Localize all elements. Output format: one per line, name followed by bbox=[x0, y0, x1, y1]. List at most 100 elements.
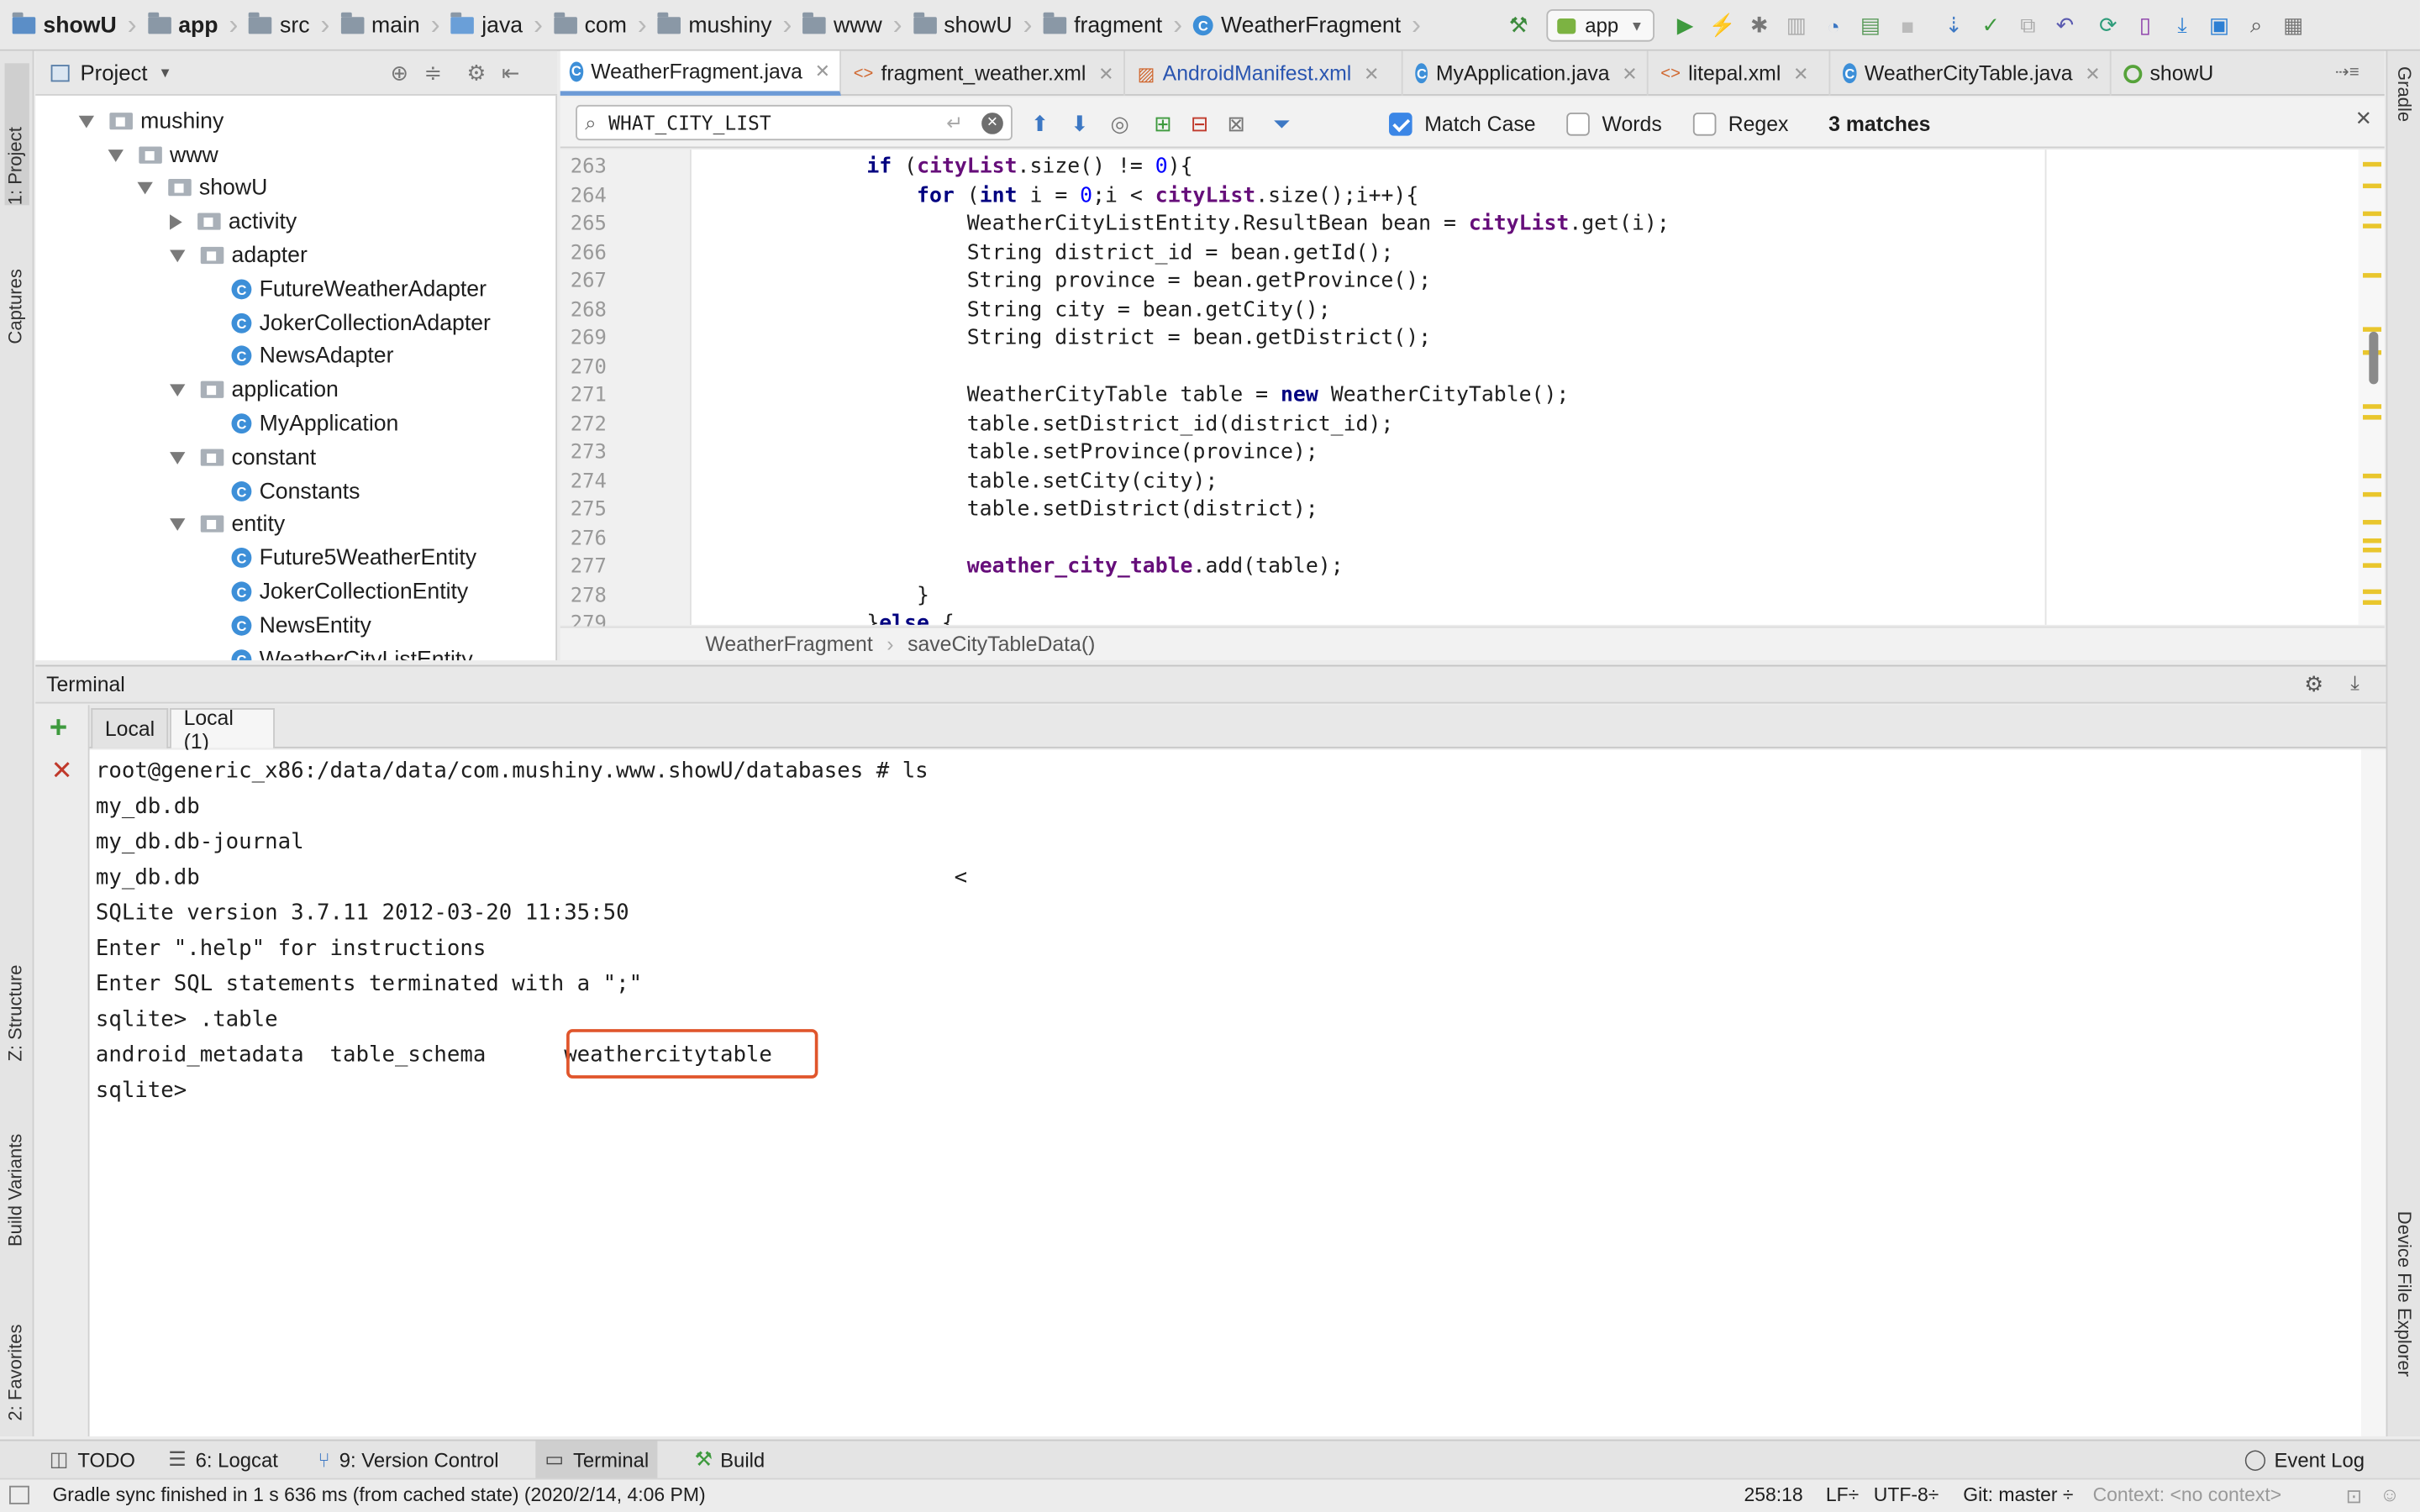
code-line[interactable]: table.setDistrict_id(district_id); bbox=[817, 411, 1394, 435]
build-variants-tool-button[interactable]: Build Variants bbox=[5, 1092, 27, 1247]
code-line[interactable]: table.setDistrict(district); bbox=[817, 496, 1318, 521]
file-encoding[interactable]: UTF-8÷ bbox=[1874, 1484, 1939, 1506]
tree-node-jokercollectionentity[interactable]: C JokerCollectionEntity bbox=[231, 575, 468, 608]
tree-node-www[interactable]: www bbox=[108, 139, 218, 171]
tab-weatherfragment-java[interactable]: C WeatherFragment.java ✕ bbox=[560, 50, 842, 96]
match-marker[interactable] bbox=[2362, 519, 2382, 525]
run-icon[interactable]: ▶ bbox=[1673, 13, 1697, 38]
match-case-checkbox[interactable] bbox=[1389, 112, 1413, 135]
expand-arrow-icon[interactable] bbox=[170, 249, 186, 262]
select-all-occurrences-icon[interactable]: ⊠ bbox=[1227, 110, 1245, 136]
code-line[interactable]: String district_id = bean.getId(); bbox=[817, 240, 1394, 265]
find-input[interactable]: ⌕ WHAT_CITY_LIST ↵ ✕ bbox=[576, 104, 1013, 141]
tab-androidmanifest-xml[interactable]: ▨ AndroidManifest.xml ✕ bbox=[1128, 50, 1403, 96]
previous-occurrence-icon[interactable]: ⬆ bbox=[1031, 110, 1050, 136]
close-tab-icon[interactable]: ✕ bbox=[1622, 62, 1637, 84]
device-file-explorer-button[interactable]: Device File Explorer bbox=[2394, 1211, 2416, 1377]
code-line[interactable]: String city = bean.getCity(); bbox=[817, 297, 1331, 322]
close-tab-icon[interactable]: ✕ bbox=[2085, 62, 2100, 84]
code-line[interactable]: WeatherCityListEntity.ResultBean bean = … bbox=[817, 212, 1670, 236]
avd-manager-icon[interactable]: ▯ bbox=[2133, 13, 2157, 38]
close-tab-icon[interactable]: ✕ bbox=[1793, 62, 1808, 84]
event-log-button[interactable]: ◯ Event Log bbox=[2235, 1441, 2375, 1478]
match-marker[interactable] bbox=[2362, 183, 2382, 189]
hide-pane-icon[interactable]: ⇤ bbox=[502, 60, 520, 87]
tree-node-newsadapter[interactable]: C NewsAdapter bbox=[231, 339, 393, 372]
version-control-tool-button[interactable]: ⑂ 9: Version Control bbox=[308, 1441, 508, 1478]
match-marker[interactable] bbox=[2362, 491, 2382, 497]
tree-node-weathercitylistentity[interactable]: C WeatherCityListEntity bbox=[231, 643, 473, 661]
close-session-icon[interactable]: ✕ bbox=[51, 756, 73, 787]
expand-arrow-icon[interactable] bbox=[170, 517, 186, 530]
apply-changes-icon[interactable]: ⚡ bbox=[1709, 13, 1736, 38]
logcat-tool-button[interactable]: ☰ 6: Logcat bbox=[159, 1441, 287, 1478]
tree-node-constant[interactable]: constant bbox=[170, 441, 316, 474]
tree-node-future5weatherentity[interactable]: C Future5WeatherEntity bbox=[231, 542, 476, 575]
attach-debugger-icon[interactable]: ▤ bbox=[1858, 13, 1882, 38]
expand-arrow-icon[interactable] bbox=[170, 451, 186, 464]
remove-occurrence-icon[interactable]: ⊟ bbox=[1191, 110, 1209, 136]
add-occurrence-icon[interactable]: ⊞ bbox=[1154, 110, 1172, 136]
tab-litepal-xml[interactable]: <> litepal.xml ✕ bbox=[1651, 50, 1831, 96]
match-marker[interactable] bbox=[2362, 563, 2382, 568]
code-line[interactable]: table.setCity(city); bbox=[817, 468, 1218, 492]
crumb-9[interactable]: fragment bbox=[1074, 13, 1162, 38]
tab-fragment-weather-xml[interactable]: <> fragment_weather.xml ✕ bbox=[844, 50, 1125, 96]
tree-node-application[interactable]: application bbox=[170, 373, 339, 406]
debug-icon[interactable]: ✱ bbox=[1747, 13, 1771, 38]
favorites-tool-button[interactable]: 2: Favorites bbox=[5, 1282, 27, 1420]
match-marker[interactable] bbox=[2362, 548, 2382, 553]
code-line[interactable]: WeatherCityTable table = new WeatherCity… bbox=[817, 383, 1570, 407]
revert-icon[interactable]: ↶ bbox=[2053, 13, 2077, 38]
expand-arrow-icon[interactable] bbox=[108, 149, 124, 161]
stop-icon[interactable]: ■ bbox=[1895, 13, 1919, 38]
code-line[interactable]: table.setProvince(province); bbox=[817, 439, 1318, 464]
code-line[interactable]: }else { bbox=[817, 611, 955, 625]
match-marker[interactable] bbox=[2362, 223, 2382, 228]
terminal-tab-local[interactable]: Local bbox=[91, 708, 169, 748]
expand-arrow-icon[interactable] bbox=[137, 181, 153, 194]
captures-tool-button[interactable]: Captures bbox=[5, 218, 27, 344]
profile-icon[interactable]: ◔ bbox=[1821, 13, 1845, 38]
git-branch[interactable]: Git: master ÷ bbox=[1963, 1484, 2073, 1506]
project-tool-button[interactable]: 1: Project bbox=[4, 63, 29, 206]
code-line[interactable]: if (cityList.size() != 0){ bbox=[817, 155, 1192, 179]
hammer-build-icon[interactable]: ⚒ bbox=[1507, 13, 1531, 38]
collapse-arrow-icon[interactable] bbox=[170, 213, 182, 229]
crumb-4[interactable]: java bbox=[481, 13, 523, 38]
caret-position[interactable]: 258:18 bbox=[1744, 1484, 1802, 1506]
sdk-manager-icon[interactable]: ⤓ bbox=[2170, 13, 2194, 38]
tree-node-myapplication[interactable]: C MyApplication bbox=[231, 407, 398, 440]
vcs-compare-icon[interactable]: ⧉ bbox=[2016, 13, 2040, 38]
regex-checkbox[interactable] bbox=[1692, 112, 1717, 135]
locate-file-icon[interactable]: ⊕ bbox=[391, 60, 409, 87]
code-line[interactable]: weather_city_table.add(table); bbox=[817, 554, 1344, 578]
close-tab-icon[interactable]: ✕ bbox=[815, 60, 830, 82]
match-marker[interactable] bbox=[2362, 161, 2382, 167]
expand-arrow-icon[interactable] bbox=[78, 114, 95, 128]
terminal-scrollbar[interactable] bbox=[2361, 749, 2386, 1436]
project-structure-icon[interactable]: ▣ bbox=[2207, 13, 2231, 38]
vcs-commit-icon[interactable]: ✓ bbox=[1979, 13, 2003, 38]
collapse-all-icon[interactable]: ≑ bbox=[424, 60, 443, 87]
crumb-5[interactable]: com bbox=[585, 13, 627, 38]
tree-node-entity[interactable]: entity bbox=[170, 507, 285, 540]
tab-list-icon[interactable]: ⇢≡ bbox=[2335, 61, 2360, 81]
code-line[interactable]: } bbox=[817, 582, 929, 606]
crumb-2[interactable]: src bbox=[280, 13, 310, 38]
find-all-icon[interactable]: ◎ bbox=[1110, 110, 1128, 136]
terminal-output[interactable]: root@generic_x86:/data/data/com.mushiny.… bbox=[89, 749, 2362, 1436]
match-marker[interactable] bbox=[2362, 600, 2382, 605]
terminal-tool-button[interactable]: ▭ Terminal bbox=[535, 1441, 659, 1478]
layout-inspector-icon[interactable]: ▦ bbox=[2281, 13, 2306, 38]
breadcrumb-class[interactable]: WeatherFragment bbox=[705, 633, 872, 656]
match-marker[interactable] bbox=[2362, 273, 2382, 278]
tree-node-futureweatheradapter[interactable]: C FutureWeatherAdapter bbox=[231, 273, 487, 306]
gradle-tool-button[interactable]: Gradle bbox=[2394, 66, 2416, 122]
tree-node-adapter[interactable]: adapter bbox=[170, 239, 308, 272]
code-line[interactable]: String district = bean.getDistrict(); bbox=[817, 326, 1431, 350]
crumb-6[interactable]: mushiny bbox=[688, 13, 771, 38]
crumb-10[interactable]: WeatherFragment bbox=[1221, 13, 1401, 38]
tab-showu[interactable]: showU bbox=[2114, 51, 2269, 96]
tree-node-mushiny[interactable]: mushiny bbox=[78, 105, 224, 138]
